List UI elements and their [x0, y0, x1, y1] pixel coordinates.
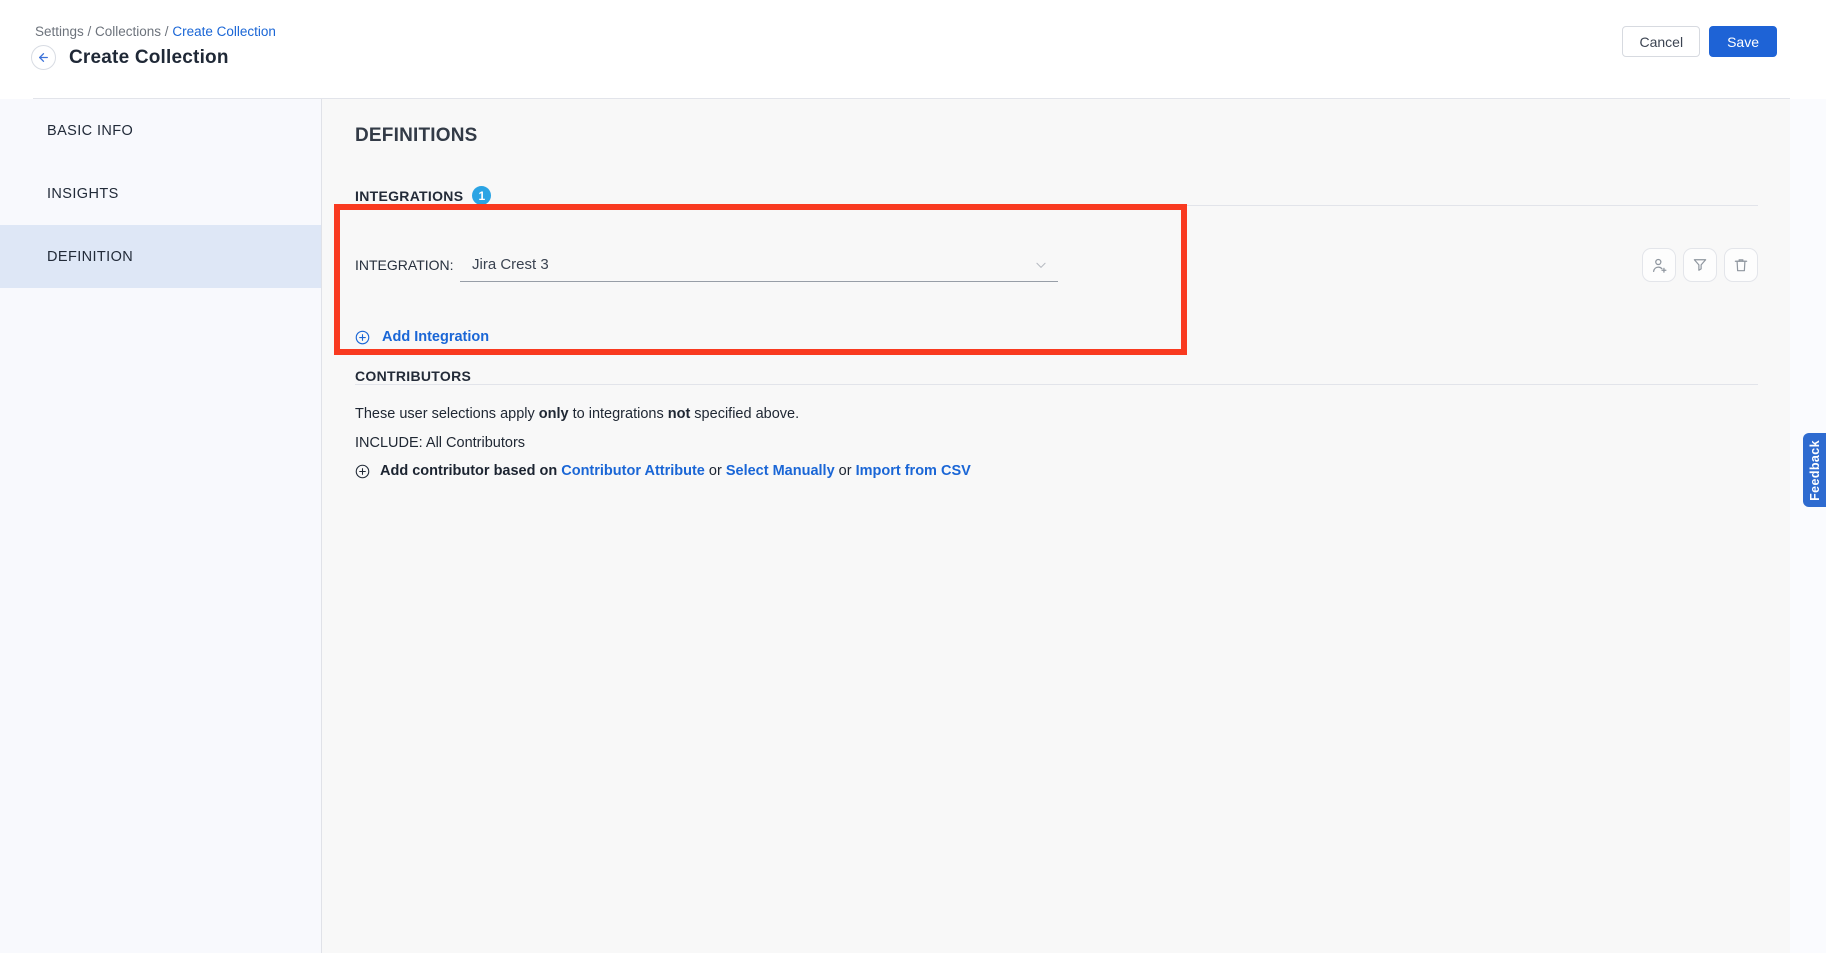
circle-plus-icon[interactable] [355, 464, 370, 479]
integration-dropdown[interactable]: Jira Crest 3 [460, 248, 1058, 282]
contributor-attribute-link[interactable]: Contributor Attribute [561, 463, 705, 479]
body: BASIC INFO INSIGHTS DEFINITION DEFINITIO… [0, 99, 1826, 953]
definitions-title: DEFINITIONS [355, 125, 1758, 147]
desc-text: specified above. [690, 406, 799, 422]
integration-row-actions [1642, 248, 1758, 282]
contributors-section-header: CONTRIBUTORS [355, 368, 1758, 385]
integrations-count-badge: 1 [472, 186, 491, 205]
header-actions: Cancel Save [1622, 26, 1777, 57]
integrations-section-header: INTEGRATIONS 1 [355, 186, 1758, 206]
add-contributor-text: Add contributor based on Contributor Att… [380, 463, 971, 479]
feedback-tab-label: Feedback [1808, 440, 1822, 501]
user-add-icon [1650, 256, 1669, 275]
circle-plus-icon [355, 330, 370, 345]
breadcrumb: Settings / Collections / Create Collecti… [35, 24, 276, 39]
sidebar-item-definition[interactable]: DEFINITION [0, 225, 321, 288]
page-header: Settings / Collections / Create Collecti… [0, 0, 1826, 99]
add-contributor-row: Add contributor based on Contributor Att… [355, 463, 1758, 479]
filter-icon [1691, 256, 1709, 274]
integrations-label: INTEGRATIONS [355, 188, 463, 204]
import-from-csv-link[interactable]: Import from CSV [856, 463, 971, 479]
desc-text: to integrations [569, 406, 668, 422]
back-button[interactable] [31, 45, 56, 70]
cancel-button[interactable]: Cancel [1622, 26, 1700, 57]
add-contributor-prefix: Add contributor based on [380, 463, 561, 479]
breadcrumb-current[interactable]: Create Collection [172, 24, 276, 39]
chevron-down-icon [1034, 258, 1048, 272]
feedback-tab[interactable]: Feedback [1803, 433, 1826, 507]
sidebar-item-insights[interactable]: INSIGHTS [0, 162, 321, 225]
include-contributors-line: INCLUDE: All Contributors [355, 435, 1758, 451]
breadcrumb-path[interactable]: Settings / Collections / [35, 24, 172, 39]
integration-row: INTEGRATION: Jira Crest 3 [355, 248, 1758, 282]
add-integration-link[interactable]: Add Integration [355, 329, 489, 345]
main-panel: DEFINITIONS INTEGRATIONS 1 INTEGRATION: … [322, 99, 1790, 953]
integration-dropdown-value: Jira Crest 3 [472, 256, 549, 273]
add-integration-label: Add Integration [382, 329, 489, 345]
desc-bold-only: only [539, 406, 569, 422]
right-margin-strip [1790, 99, 1826, 953]
add-contributor-to-integration-button[interactable] [1642, 248, 1676, 282]
save-button[interactable]: Save [1709, 26, 1777, 57]
sidebar-item-basic-info[interactable]: BASIC INFO [0, 99, 321, 162]
filter-integration-button[interactable] [1683, 248, 1717, 282]
select-manually-link[interactable]: Select Manually [726, 463, 835, 479]
contributors-description: These user selections apply only to inte… [355, 406, 1758, 422]
integration-field-label: INTEGRATION: [355, 257, 450, 273]
or-separator: or [835, 463, 856, 479]
arrow-left-icon [37, 51, 50, 64]
or-separator: or [705, 463, 726, 479]
contributors-label: CONTRIBUTORS [355, 368, 471, 384]
trash-icon [1732, 256, 1750, 274]
title-row: Create Collection [31, 45, 229, 70]
page-title: Create Collection [69, 47, 229, 69]
desc-text: These user selections apply [355, 406, 539, 422]
delete-integration-button[interactable] [1724, 248, 1758, 282]
sidebar: BASIC INFO INSIGHTS DEFINITION [0, 99, 322, 953]
desc-bold-not: not [668, 406, 691, 422]
